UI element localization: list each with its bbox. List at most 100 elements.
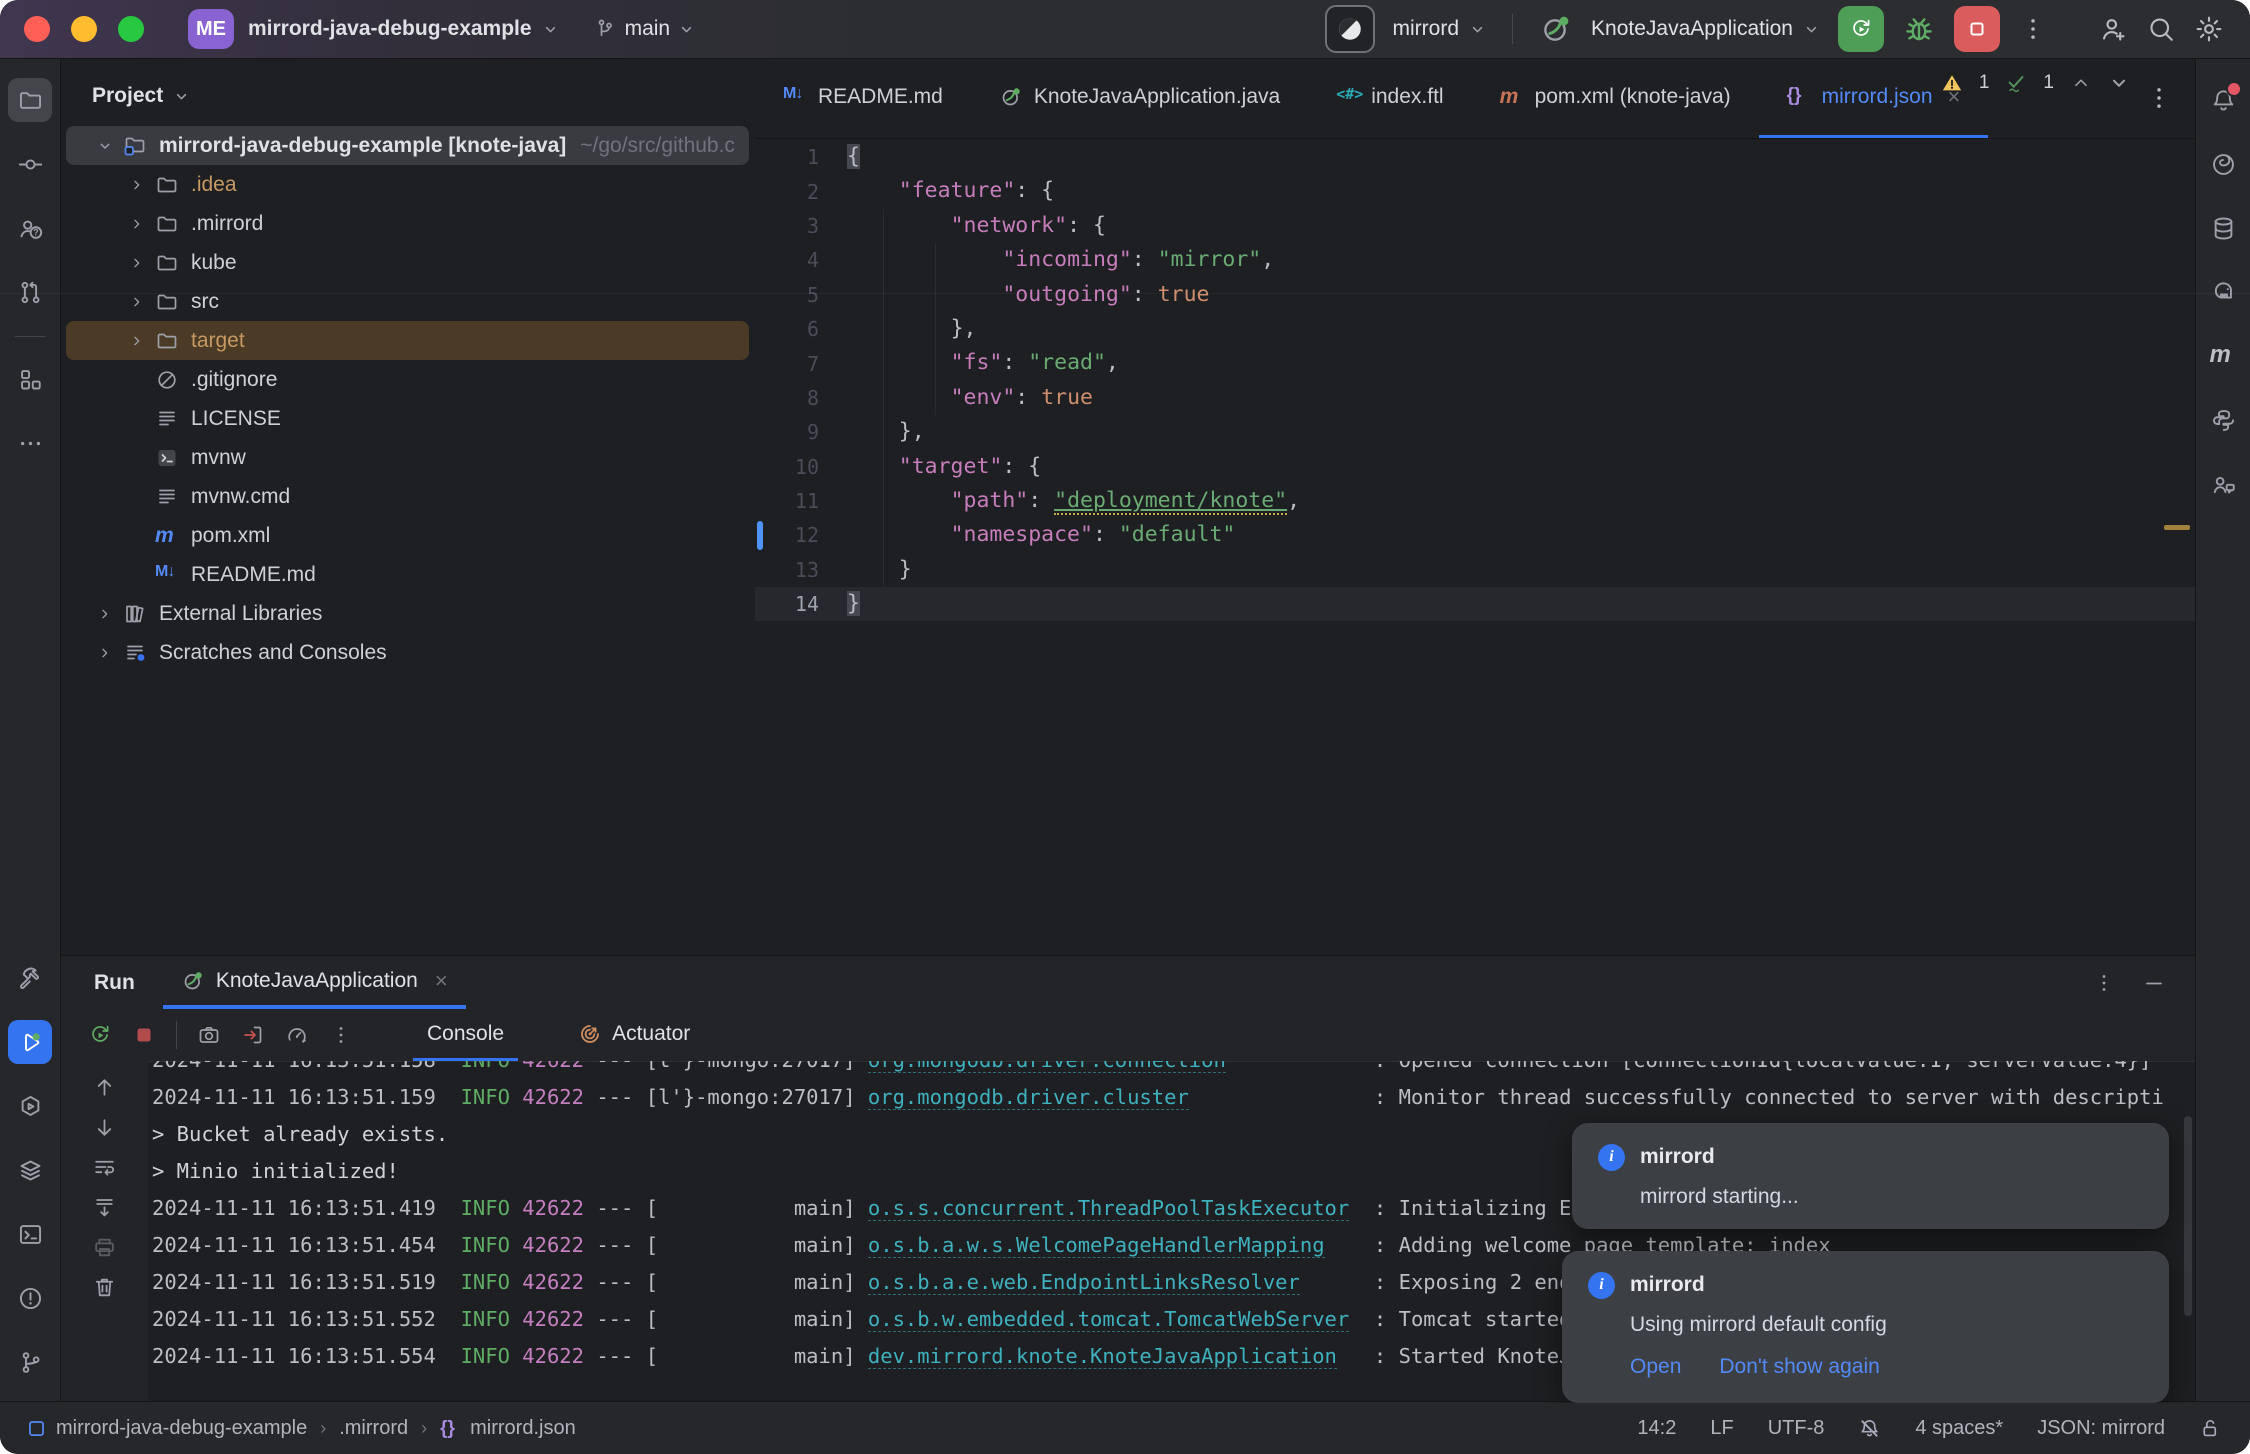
settings-gear-icon[interactable] [2194,14,2224,44]
tool-stripe-problems-tool[interactable] [8,1276,52,1320]
tool-stripe-notifications[interactable] [2201,78,2245,122]
tool-stripe-pull-requests-tool[interactable] [8,270,52,314]
actuator-gauge-button[interactable] [285,1023,309,1047]
notification-action-open[interactable]: Open [1630,1355,1681,1379]
breadcrumb-item[interactable]: {}mirrord.json [440,1417,576,1440]
status-line-separator[interactable]: LF [1710,1417,1733,1440]
tree-item-kube[interactable]: kube [66,243,749,282]
console-scrollbar[interactable] [2184,1116,2192,1316]
mirrord-dropdown[interactable]: mirrord [1393,17,1487,41]
logger-link[interactable]: org.mongodb.driver.connection [868,1061,1226,1073]
project-avatar[interactable]: ME [188,9,234,49]
logger-link[interactable]: o.s.s.concurrent.ThreadPoolTaskExecutor [868,1196,1349,1221]
warning-stripe-mark[interactable] [2164,525,2190,530]
chevron-right-icon[interactable] [122,294,152,310]
more-actions-icon[interactable] [2018,14,2048,44]
logger-link[interactable]: o.s.b.a.w.s.WelcomePageHandlerMapping [868,1233,1325,1258]
inspections-widget[interactable]: 1 1 [1941,72,2130,94]
breadcrumb-item[interactable]: mirrord-java-debug-example [26,1417,307,1440]
tree-item-pom-xml[interactable]: mpom.xml [66,516,749,555]
code-line-5[interactable]: 5 "outgoing": true [755,278,2196,312]
logger-link[interactable]: o.s.b.w.embedded.tomcat.TomcatWebServer [868,1307,1349,1332]
tool-stripe-commit-tool[interactable] [8,142,52,186]
stop-button[interactable] [1954,6,2000,52]
code-line-2[interactable]: 2 "feature": { [755,174,2196,208]
status-file-encoding[interactable]: UTF-8 [1768,1417,1825,1440]
code-line-11[interactable]: 11 "path": "deployment/knote", [755,484,2196,518]
chevron-right-icon[interactable] [122,177,152,193]
code-line-6[interactable]: 6 }, [755,312,2196,346]
tree-item-external-libraries[interactable]: External Libraries [66,594,749,633]
editor-tab-readme-md[interactable]: M↓README.md [755,58,971,138]
search-icon[interactable] [2146,14,2176,44]
status-file-type[interactable]: JSON: mirrord [2037,1417,2165,1440]
code-line-12[interactable]: 12 "namespace": "default" [755,518,2196,552]
scroll-to-end-button[interactable] [92,1195,117,1220]
tree-item-mirrord-java-debug-example-knote-java[interactable]: mirrord-java-debug-example [knote-java]~… [66,126,749,165]
stop-button[interactable] [132,1023,156,1047]
tree-item-mvnw-cmd[interactable]: mvnw.cmd [66,477,749,516]
chevron-up-icon[interactable] [2070,72,2092,94]
tree-item-scratches-and-consoles[interactable]: Scratches and Consoles [66,633,749,672]
tree-item-mvnw[interactable]: mvnw [66,438,749,477]
code-line-3[interactable]: 3 "network": { [755,209,2196,243]
editor-tab-pom-xml-knote-java[interactable]: mpom.xml (knote-java) [1472,58,1759,138]
logger-link[interactable]: o.s.b.a.e.web.EndpointLinksResolver [868,1270,1300,1295]
tool-stripe-dependencies-tool[interactable] [8,1148,52,1192]
notification-balloon[interactable]: imirrordmirrord starting... [1572,1123,2169,1229]
tool-stripe-more-tools[interactable] [8,421,52,465]
tree-item-mirrord[interactable]: .mirrord [66,204,749,243]
tree-item-idea[interactable]: .idea [66,165,749,204]
tree-item-license[interactable]: LICENSE [66,399,749,438]
tool-stripe-ai-assistant[interactable] [2201,142,2245,186]
code-line-13[interactable]: 13 } [755,553,2196,587]
tool-stripe-services-tool[interactable] [8,1084,52,1128]
rerun-button[interactable] [1838,6,1884,52]
run-tab[interactable]: KnoteJavaApplication × [163,956,466,1009]
code-line-4[interactable]: 4 "incoming": "mirror", [755,243,2196,277]
code-area[interactable]: 1{2 "feature": {3 "network": {4 "incomin… [755,140,2196,955]
tool-stripe-build-tool[interactable] [8,956,52,1000]
chevron-right-icon[interactable] [122,255,152,271]
code-line-7[interactable]: 7 "fs": "read", [755,346,2196,380]
tool-stripe-terminal-tool[interactable] [8,1212,52,1256]
tool-stripe-project-tool[interactable] [8,78,52,122]
editor-tab-mirrord-json[interactable]: {}mirrord.json× [1759,58,1989,138]
editor-tab-index-ftl[interactable]: <#>index.ftl [1308,58,1471,138]
tool-stripe-structure-tool[interactable] [8,357,52,401]
clear-console-button[interactable] [92,1275,117,1300]
more-actions-button[interactable] [329,1023,353,1047]
prev-occurrence-button[interactable] [92,1075,117,1100]
rerun-button[interactable] [88,1023,112,1047]
tool-stripe-python-packages-tool[interactable] [2201,398,2245,442]
chevron-right-icon[interactable] [90,606,120,622]
tool-stripe-database-tool[interactable] [2201,206,2245,250]
more-options-icon[interactable] [2092,971,2116,995]
tree-item-target[interactable]: target [66,321,749,360]
minimize-window-button[interactable] [71,16,97,42]
project-panel-header[interactable]: Project [60,58,755,126]
tool-stripe-git-tool[interactable] [8,1340,52,1384]
soft-wrap-button[interactable] [92,1155,117,1180]
tool-stripe-run-tool[interactable] [8,1020,52,1064]
tool-stripe-learn-tool[interactable]: ? [8,206,52,250]
next-occurrence-button[interactable] [92,1115,117,1140]
mirrord-toggle-button[interactable] [1325,5,1375,53]
tool-stripe-gradle-tool[interactable] [2201,270,2245,314]
status-indent-style[interactable]: 4 spaces* [1915,1417,2003,1440]
tool-stripe-maven-tool[interactable]: m [2201,334,2245,378]
code-line-1[interactable]: 1{ [755,140,2196,174]
tree-item-gitignore[interactable]: .gitignore [66,360,749,399]
chevron-down-icon[interactable] [2108,72,2130,94]
editor-tab-knotejavaapplication-java[interactable]: KnoteJavaApplication.java [971,58,1308,138]
tool-stripe-code-with-me-tool[interactable] [2201,462,2245,506]
tree-item-src[interactable]: src [66,282,749,321]
status-caret-position[interactable]: 14:2 [1637,1417,1676,1440]
hide-panel-icon[interactable] [2142,971,2166,995]
notification-action-don-t-show-again[interactable]: Don't show again [1719,1355,1879,1379]
close-window-button[interactable] [24,16,50,42]
logger-link[interactable]: org.mongodb.driver.cluster [868,1085,1189,1110]
add-user-icon[interactable] [2098,14,2128,44]
tree-item-readme-md[interactable]: M↓README.md [66,555,749,594]
project-widget[interactable]: mirrord-java-debug-example [234,17,559,41]
